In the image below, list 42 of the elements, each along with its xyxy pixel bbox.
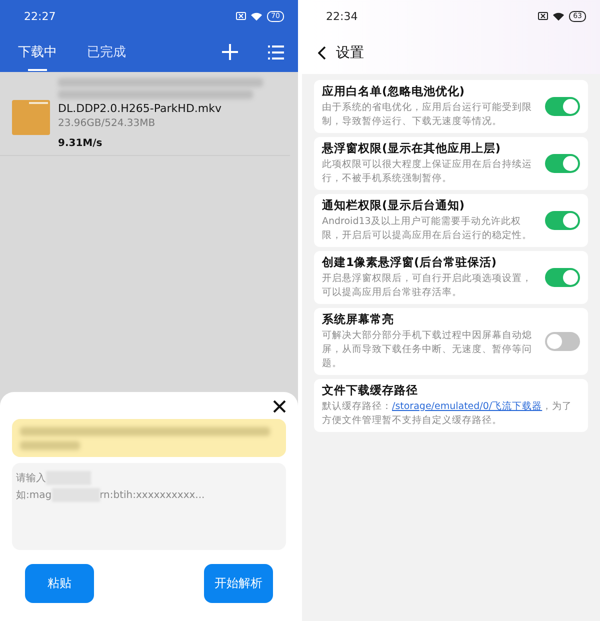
parse-button[interactable]: 开始解析 bbox=[204, 564, 273, 603]
download-item[interactable]: DL.DDP2.0.H265-ParkHD.mkv 23.96GB/524.33MB 9.31M/s bbox=[0, 72, 290, 156]
placeholder-text: 请输入 bbox=[16, 472, 46, 485]
setting-title: 创建1像素悬浮窗(后台常驻保活) bbox=[322, 255, 498, 270]
sim-icon bbox=[538, 12, 548, 20]
toggle-switch[interactable] bbox=[545, 154, 580, 173]
setting-description: 开启悬浮窗权限后，可自行开启此项选项设置，可以提高应用后台常驻存活率。 bbox=[322, 272, 533, 300]
back-icon[interactable] bbox=[318, 46, 326, 60]
sim-icon bbox=[236, 12, 246, 20]
toggle-switch[interactable] bbox=[545, 332, 580, 351]
setting-description: 由于系统的省电优化，应用后台运行可能受到限制，导致暂停运行、下载无速度等情况。 bbox=[322, 101, 533, 129]
setting-title: 文件下载缓存路径 bbox=[322, 383, 419, 398]
setting-description: 此项权限可以很大程度上保证应用在后台持续运行，不被手机系统强制暂停。 bbox=[322, 158, 533, 186]
setting-description: 可解决大部分部分手机下载过程中因屏幕自动熄屏，从而导致下载任务中断、无速度、暂停等问题。 bbox=[322, 329, 533, 371]
folder-icon bbox=[12, 100, 50, 135]
path-link[interactable]: /storage/emulated/0/飞流下载器 bbox=[392, 401, 542, 412]
file-size: 23.96GB/524.33MB bbox=[58, 118, 156, 129]
toggle-switch[interactable] bbox=[545, 97, 580, 116]
status-time: 22:27 bbox=[24, 10, 56, 22]
blurred-text bbox=[20, 440, 80, 450]
download-speed: 9.31M/s bbox=[58, 138, 104, 149]
setting-title: 悬浮窗权限(显示在其他应用上层) bbox=[322, 141, 502, 156]
file-name: DL.DDP2.0.H265-ParkHD.mkv bbox=[58, 102, 223, 115]
toggle-switch[interactable] bbox=[545, 268, 580, 287]
paste-button[interactable]: 粘贴 bbox=[25, 564, 94, 603]
setting-title: 应用白名单(忽略电池优化) bbox=[322, 84, 466, 99]
setting-description: Android13及以上用户可能需要手动允许此权限，开启后可以提高应用在后台运行的稳定性。 bbox=[322, 215, 533, 243]
status-time: 22:34 bbox=[326, 10, 358, 22]
setting-title: 系统屏幕常亮 bbox=[322, 312, 395, 327]
setting-title: 通知栏权限(显示后台通知) bbox=[322, 198, 466, 213]
link-input-field[interactable]: 请输入 如:mag rn:btih:xxxxxxxxxx... bbox=[12, 463, 286, 550]
toggle-switch[interactable] bbox=[545, 211, 580, 230]
wifi-icon bbox=[553, 12, 564, 20]
setting-description: 默认缓存路径：/storage/emulated/0/飞流下载器，为了方便文件管理暂不支持自定义缓存路径。 bbox=[322, 400, 574, 428]
page-title: 设置 bbox=[336, 44, 364, 62]
menu-icon[interactable] bbox=[268, 44, 284, 60]
tab[interactable]: 已完成 bbox=[87, 37, 126, 67]
close-icon[interactable] bbox=[273, 400, 286, 413]
add-icon[interactable] bbox=[222, 44, 238, 60]
placeholder-text: rn:btih:xxxxxxxxxx... bbox=[100, 490, 205, 500]
wifi-icon bbox=[251, 12, 262, 20]
placeholder-text: 如:mag bbox=[16, 489, 52, 502]
